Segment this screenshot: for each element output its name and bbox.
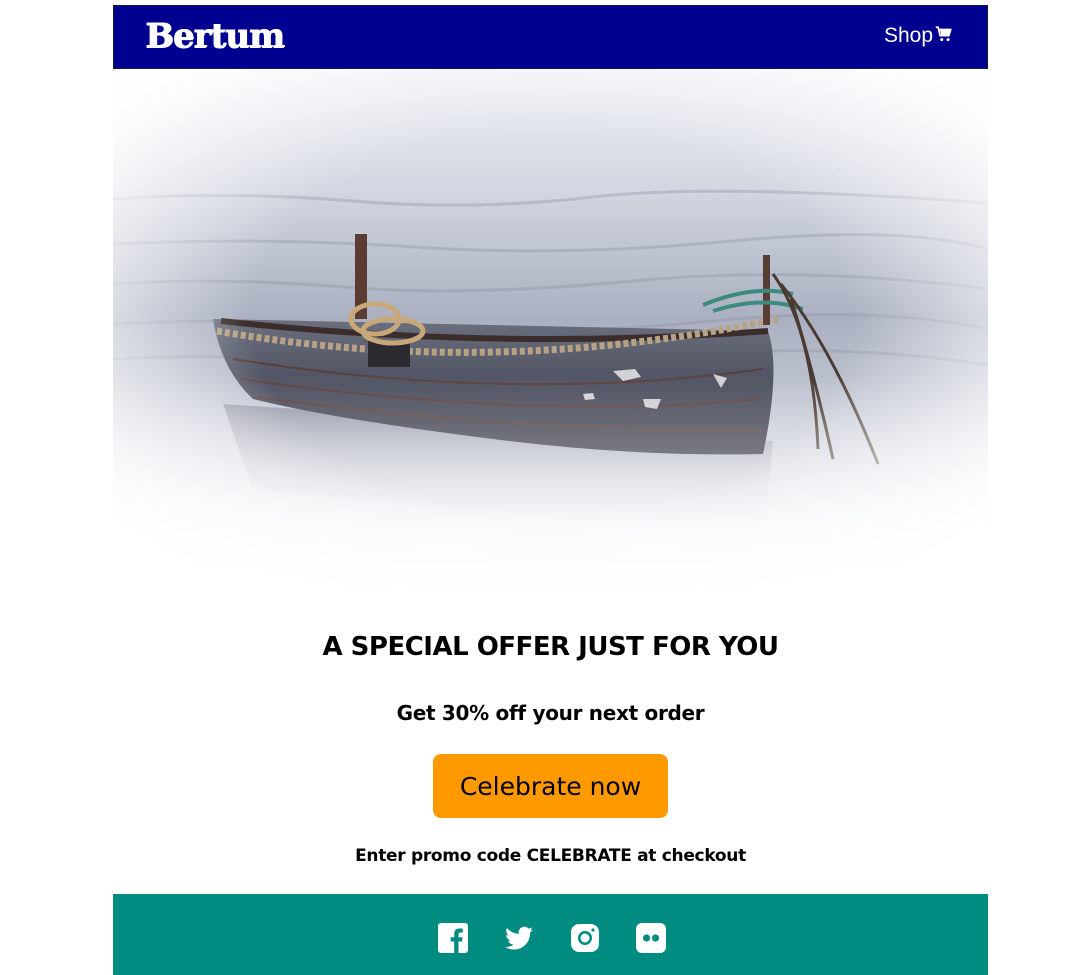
offer-subheadline: Get 30% off your next order (396, 701, 705, 725)
shopping-cart-icon (935, 25, 953, 43)
brand-logo[interactable]: Bertum (145, 16, 285, 56)
shop-link-label: Shop (883, 24, 933, 47)
celebrate-now-button[interactable]: Celebrate now (433, 754, 668, 818)
instagram-icon[interactable] (569, 922, 601, 954)
hero-image (113, 69, 988, 624)
shop-link[interactable]: Shop (884, 24, 953, 48)
facebook-icon[interactable] (437, 922, 469, 954)
flickr-icon[interactable] (635, 922, 667, 954)
offer-headline: A SPECIAL OFFER JUST FOR YOU (322, 632, 779, 662)
footer-bar (113, 894, 988, 975)
header-bar: Bertum Shop (113, 5, 988, 69)
social-links (437, 922, 667, 954)
email-container: Bertum Shop A SPECIAL OFFER JUST FOR YOU… (113, 5, 988, 975)
twitter-icon[interactable] (503, 922, 535, 954)
promo-code-text: Enter promo code CELEBRATE at checkout (355, 846, 746, 866)
